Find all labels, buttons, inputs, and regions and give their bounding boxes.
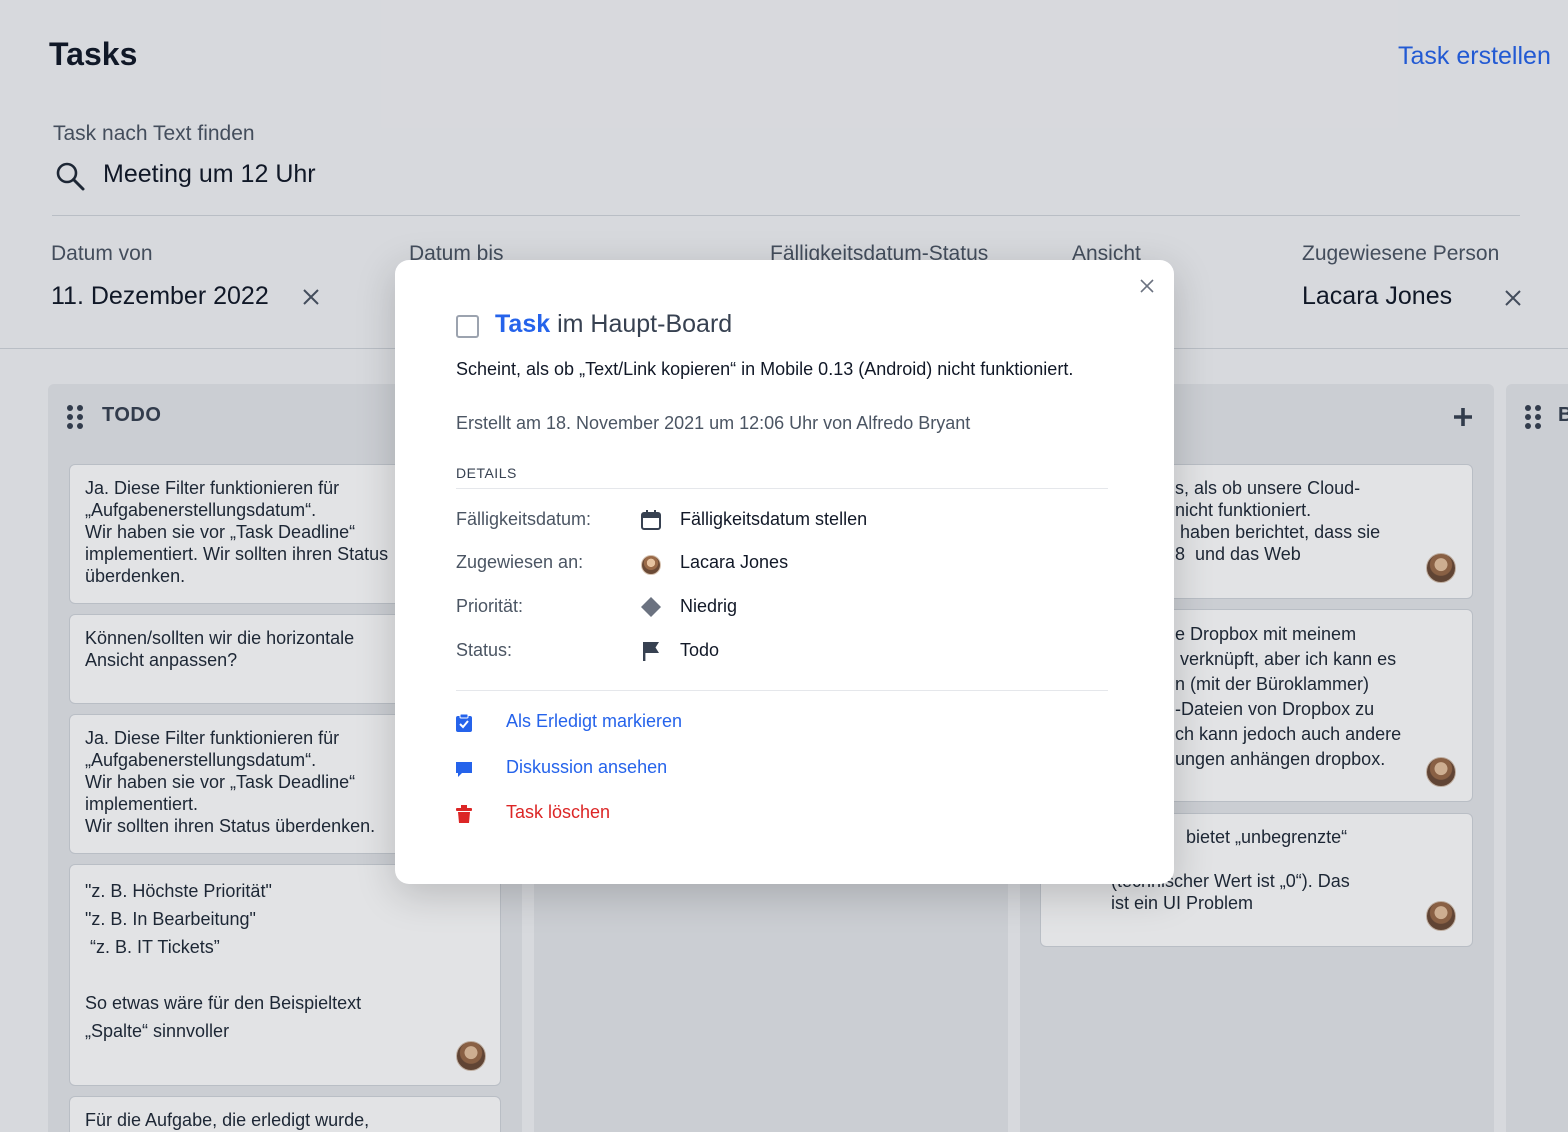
board-name: im Haupt-Board (557, 310, 733, 338)
diamond-icon (641, 597, 661, 617)
close-icon[interactable] (1139, 278, 1155, 294)
modal-title: Task im Haupt-Board (495, 310, 732, 339)
status-label: Status: (456, 640, 513, 660)
check-square-icon (456, 713, 472, 732)
task-description: Scheint, als ob „Text/Link kopieren“ in … (456, 359, 1074, 379)
details-heading: DETAILS (456, 465, 517, 481)
view-discussion-button[interactable]: Diskussion ansehen (506, 757, 667, 778)
avatar (641, 555, 661, 575)
actions-divider (456, 690, 1108, 691)
assigned-to-label: Zugewiesen an: (456, 552, 584, 572)
task-complete-checkbox[interactable] (456, 315, 479, 338)
task-link[interactable]: Task (495, 310, 550, 338)
chat-icon (456, 762, 472, 777)
flag-icon (643, 642, 659, 661)
assignee-value[interactable]: Lacara Jones (680, 552, 788, 573)
delete-task-button[interactable]: Task löschen (506, 802, 610, 823)
details-divider (456, 488, 1108, 489)
calendar-icon (641, 510, 661, 530)
priority-label: Priorität: (456, 596, 524, 616)
priority-value[interactable]: Niedrig (680, 596, 737, 617)
task-created-meta: Erstellt am 18. November 2021 um 12:06 U… (456, 413, 971, 433)
mark-done-button[interactable]: Als Erledigt markieren (506, 711, 682, 732)
trash-icon (456, 805, 472, 823)
set-due-date-button[interactable]: Fälligkeitsdatum stellen (680, 509, 867, 530)
due-date-label: Fälligkeitsdatum: (456, 509, 592, 529)
status-value[interactable]: Todo (680, 640, 719, 661)
